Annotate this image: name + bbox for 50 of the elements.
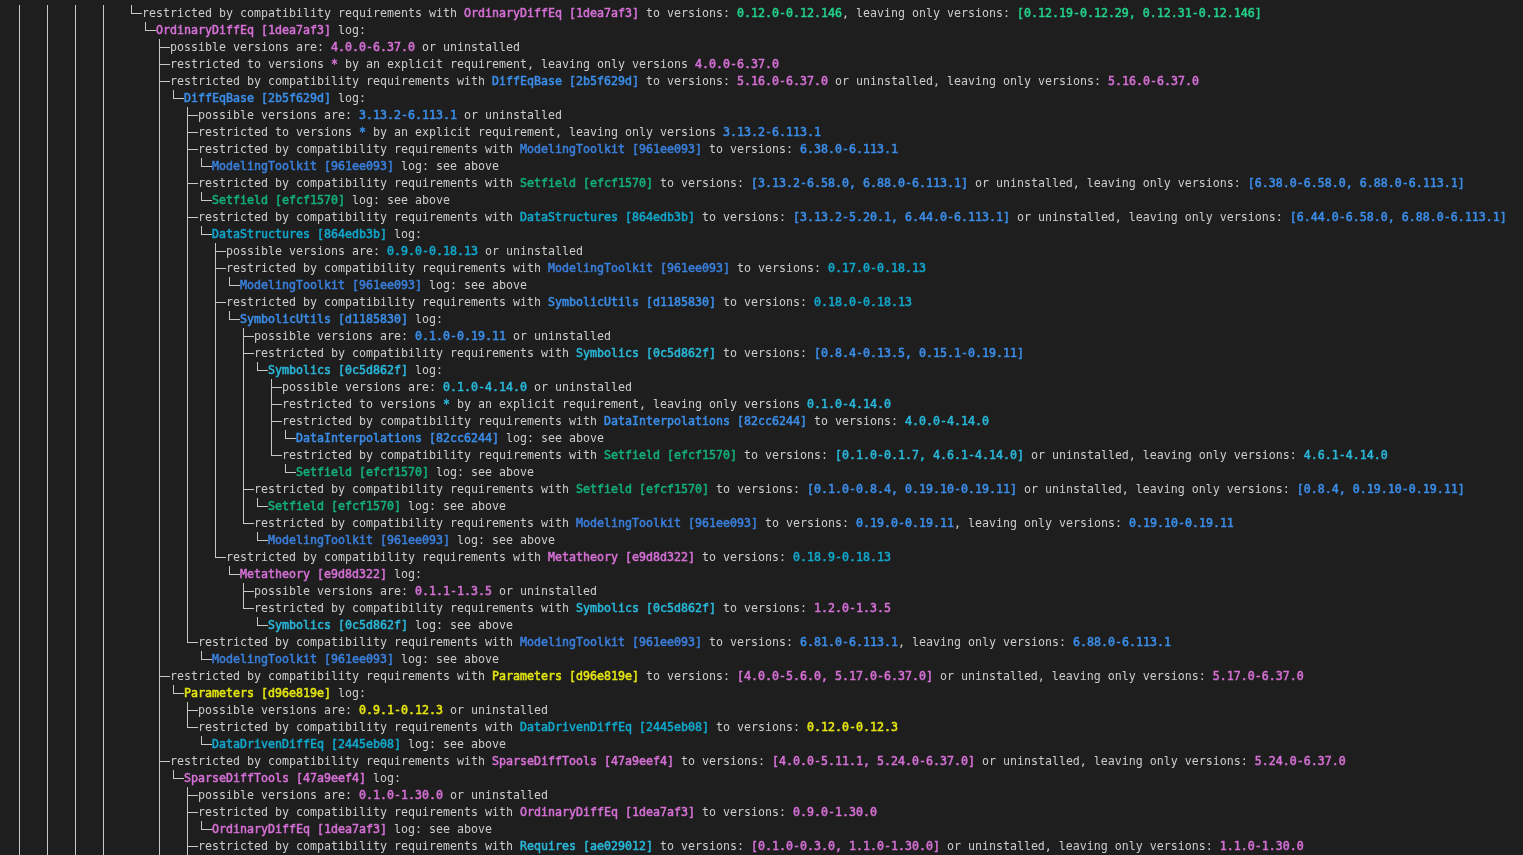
log-line: restricted by compatibility requirements with ModelingToolkit [961ee093] to versions: 0.19.0-0.19.11, leaving only versions: 0.19.10-0.19.11 (254, 515, 1234, 532)
log-line: Setfield [efcf1570] log: see above (296, 464, 534, 481)
log-line: restricted by compatibility requirements with ModelingToolkit [961ee093] to versions: 0.17.0-0.18.13 (226, 260, 926, 277)
log-line: restricted by compatibility requirements with ModelingToolkit [961ee093] to versions: 6.38.0-6.113.1 (198, 141, 898, 158)
log-line: Symbolics [0c5d862f] log: (268, 362, 443, 379)
log-line: Setfield [efcf1570] log: see above (268, 498, 506, 515)
log-line: restricted by compatibility requirements with Setfield [efcf1570] to versions: [0.1.0-0.1.7, 4.6.1-4.14.0] or uninstalled, leaving only versions: 4.6.1-4.14.0 (282, 447, 1388, 464)
log-line: Parameters [d96e819e] log: (184, 685, 366, 702)
log-line: restricted by compatibility requirements with Parameters [d96e819e] to versions: [4.0.0-5.6.0, 5.17.0-6.37.0] or uninstalled, leaving only versions: 5.17.0-6.37.0 (170, 668, 1304, 685)
log-line: restricted by compatibility requirements with Requires [ae029012] to versions: [0.1.0-0.3.0, 1.1.0-1.30.0] or uninstalled, leaving only versions: 1.1.0-1.30.0 (198, 838, 1304, 855)
log-line: restricted by compatibility requirements with SparseDiffTools [47a9eef4] to versions: [4.0.0-5.11.1, 5.24.0-6.37.0] or uninstalled, leaving only versions: 5.24.0-6.37.0 (170, 753, 1346, 770)
log-line: restricted by compatibility requirements with Metatheory [e9d8d322] to versions: 0.18.9-0.18.13 (226, 549, 891, 566)
log-line: Metatheory [e9d8d322] log: (240, 566, 422, 583)
log-line: possible versions are: 0.1.0-0.19.11 or uninstalled (254, 328, 611, 345)
log-line: possible versions are: 0.1.0-4.14.0 or uninstalled (282, 379, 632, 396)
log-line: restricted by compatibility requirements with DataInterpolations [82cc6244] to versions: 4.0.0-4.14.0 (282, 413, 989, 430)
log-line: possible versions are: 0.1.0-1.30.0 or uninstalled (198, 787, 548, 804)
log-line: OrdinaryDiffEq [1dea7af3] log: (156, 22, 366, 39)
log-line: ModelingToolkit [961ee093] log: see above (212, 158, 499, 175)
log-line: ModelingToolkit [961ee093] log: see above (212, 651, 499, 668)
log-line: restricted by compatibility requirements with Setfield [efcf1570] to versions: [0.1.0-0.8.4, 0.19.10-0.19.11] or uninstalled, leaving only versions: [0.8.4, 0.19.10-0.19.11] (254, 481, 1465, 498)
log-line: OrdinaryDiffEq [1dea7af3] log: see above (212, 821, 492, 838)
log-line: possible versions are: 0.9.0-0.18.13 or uninstalled (226, 243, 583, 260)
log-line: restricted by compatibility requirements with OrdinaryDiffEq [1dea7af3] to versions: 0.12.0-0.12.146, leaving only versions: [0.12.19-0.12.29, 0.12.31-0.12.146] (142, 5, 1262, 22)
log-line: DiffEqBase [2b5f629d] log: (184, 90, 366, 107)
log-line: DataStructures [864edb3b] log: (212, 226, 422, 243)
log-line: restricted to versions * by an explicit requirement, leaving only versions 4.0.0-6.37.0 (170, 56, 779, 73)
log-line: restricted by compatibility requirements with SymbolicUtils [d1185830] to versions: 0.18.0-0.18.13 (226, 294, 912, 311)
log-line: possible versions are: 0.1.1-1.3.5 or uninstalled (254, 583, 597, 600)
log-line: DataInterpolations [82cc6244] log: see above (296, 430, 604, 447)
log-line: Symbolics [0c5d862f] log: see above (268, 617, 513, 634)
log-line: ModelingToolkit [961ee093] log: see above (268, 532, 555, 549)
log-line: possible versions are: 4.0.0-6.37.0 or uninstalled (170, 39, 520, 56)
log-line: SparseDiffTools [47a9eef4] log: (184, 770, 401, 787)
log-line: SymbolicUtils [d1185830] log: (240, 311, 443, 328)
log-line: restricted by compatibility requirements with OrdinaryDiffEq [1dea7af3] to versions: 0.9.0-1.30.0 (198, 804, 877, 821)
log-line: ModelingToolkit [961ee093] log: see above (240, 277, 527, 294)
log-line: restricted by compatibility requirements with Symbolics [0c5d862f] to versions: 1.2.0-1.3.5 (254, 600, 891, 617)
log-line: restricted to versions * by an explicit requirement, leaving only versions 0.1.0-4.14.0 (282, 396, 891, 413)
log-line: restricted by compatibility requirements with DataDrivenDiffEq [2445eb08] to versions: 0.12.0-0.12.3 (198, 719, 898, 736)
log-line: restricted by compatibility requirements with DataStructures [864edb3b] to versions: [3.13.2-5.20.1, 6.44.0-6.113.1] or uninstalled, leaving only versions: [6.44.0-6.58.0, 6.88.0-6.113.1] (198, 209, 1507, 226)
log-line: restricted to versions * by an explicit requirement, leaving only versions 3.13.2-6.113.1 (198, 124, 821, 141)
log-line: possible versions are: 3.13.2-6.113.1 or uninstalled (198, 107, 562, 124)
log-line: restricted by compatibility requirements with Setfield [efcf1570] to versions: [3.13.2-6.58.0, 6.88.0-6.113.1] or uninstalled, leaving only versions: [6.38.0-6.58.0, 6.88.0-6.113.1] (198, 175, 1465, 192)
log-line: Setfield [efcf1570] log: see above (212, 192, 450, 209)
log-line: restricted by compatibility requirements with DiffEqBase [2b5f629d] to versions: 5.16.0-6.37.0 or uninstalled, leaving only versions: 5.16.0-6.37.0 (170, 73, 1199, 90)
log-line: restricted by compatibility requirements with Symbolics [0c5d862f] to versions: [0.8.4-0.13.5, 0.15.1-0.19.11] (254, 345, 1024, 362)
log-line: DataDrivenDiffEq [2445eb08] log: see above (212, 736, 506, 753)
log-line: possible versions are: 0.9.1-0.12.3 or uninstalled (198, 702, 548, 719)
log-line: restricted by compatibility requirements with ModelingToolkit [961ee093] to versions: 6.81.0-6.113.1, leaving only versions: 6.88.0-6.113.1 (198, 634, 1171, 651)
